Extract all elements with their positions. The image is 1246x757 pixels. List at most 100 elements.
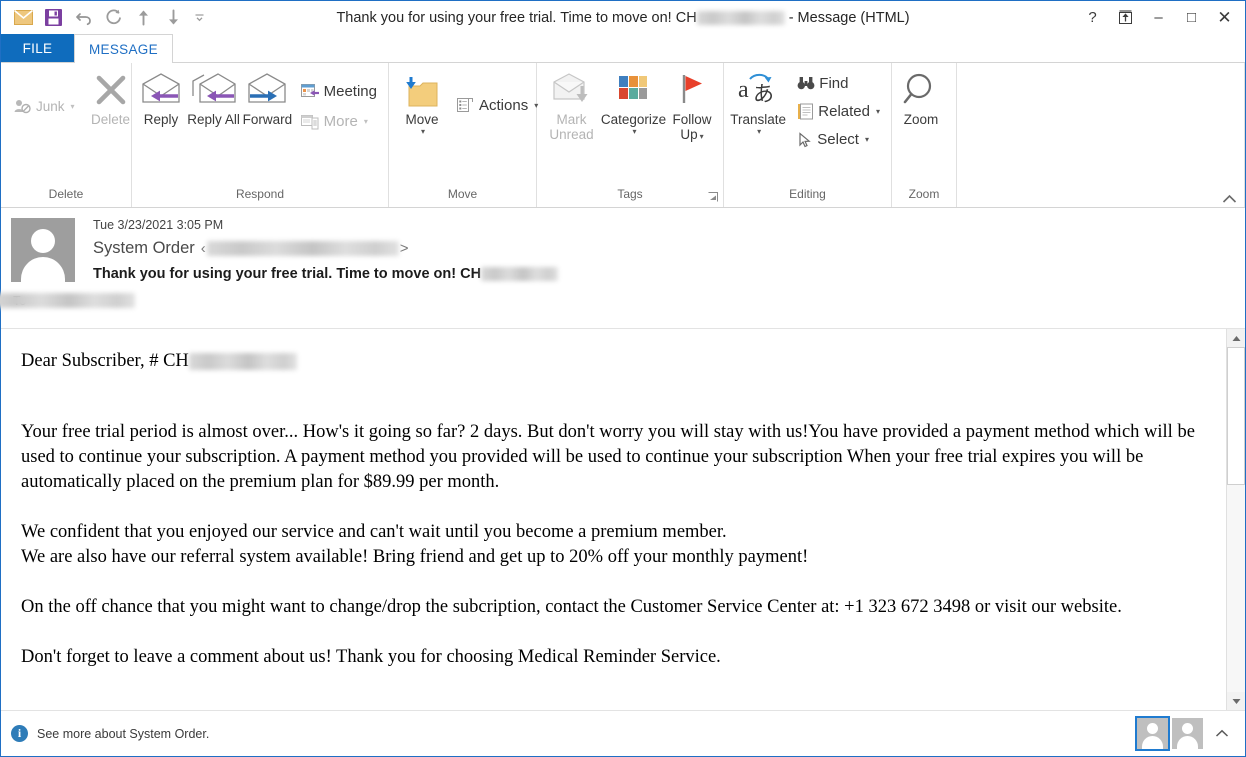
customize-qat-icon[interactable] [188,5,210,31]
redo-icon[interactable] [98,5,128,31]
next-item-icon[interactable] [158,5,188,31]
ribbon-group-zoom: Zoom Zoom [892,63,957,207]
person-thumbnail[interactable] [1172,718,1203,749]
mark-unread-label: Mark Unread [549,112,594,142]
chevron-down-icon: ▾ [699,132,704,141]
select-label: Select [817,131,859,148]
meeting-icon [300,83,320,100]
title-bar: Thank you for using your free trial. Tim… [1,1,1245,34]
tags-dialog-launcher[interactable] [708,192,719,203]
ribbon-group-delete: Junk ▾ Delete Delete [1,63,132,207]
body-paragraph: Don't forget to leave a comment about us… [21,647,721,667]
ribbon-group-respond: Reply Reply All Forward Meeting More ▾ R… [132,63,389,207]
to-value-redaction[interactable] [0,293,135,308]
ribbon-group-tags: Mark Unread Categorize ▾ Follow Up ▾ Tag… [537,63,724,207]
zoom-button[interactable]: Zoom [896,66,946,127]
collapse-ribbon-button[interactable] [1222,194,1237,204]
expand-people-pane-icon[interactable] [1209,729,1235,738]
ribbon-group-zoom-label: Zoom [908,187,940,201]
chevron-down-icon: ▾ [864,135,869,144]
chevron-down-icon: ▾ [420,127,425,136]
chevron-down-icon: ▾ [363,117,368,126]
window-title-prefix: Thank you for using your free trial. Tim… [336,9,697,26]
ribbon-group-move-label: Move [447,187,478,201]
mark-unread-button[interactable]: Mark Unread [543,66,600,142]
tab-message[interactable]: MESSAGE [74,34,173,63]
flag-icon [675,70,709,110]
categorize-button[interactable]: Categorize ▾ [600,66,667,136]
ribbon-group-move: Move ▾ Actions ▾ Move [389,63,538,207]
scrollbar-thumb[interactable] [1227,347,1245,485]
message-to-row: To [0,293,1235,308]
scrollbar-track[interactable] [1227,347,1245,692]
avatar-head [31,229,55,253]
actions-button[interactable]: Actions ▾ [451,94,543,117]
cursor-icon [797,131,813,148]
actions-label: Actions [479,97,529,114]
maximize-button[interactable]: □ [1175,3,1208,33]
svg-text:a: a [738,77,749,103]
delete-label: Delete [91,112,131,127]
scroll-down-arrow-icon[interactable] [1227,692,1245,710]
body-greeting-redaction [188,353,297,371]
status-text[interactable]: See more about System Order. [37,727,209,741]
ribbon: Junk ▾ Delete Delete Reply Reply All For… [1,63,1245,208]
magnifier-icon [902,70,940,110]
junk-button[interactable]: Junk ▾ [9,96,80,117]
move-button[interactable]: Move ▾ [397,66,447,136]
mail-icon[interactable] [8,5,38,31]
message-subject-redaction [481,267,559,281]
message-sender[interactable]: System Order ‹ > [93,239,1235,258]
close-button[interactable]: ✕ [1208,3,1241,33]
ribbon-group-tags-label: Tags [537,185,723,207]
forward-button[interactable]: Forward [241,66,294,127]
window-title-redaction [696,10,785,25]
sender-avatar [11,218,75,282]
translate-button[interactable]: aあ Translate ▾ [728,66,788,136]
find-button[interactable]: Find [792,72,885,95]
tab-file[interactable]: FILE [1,34,74,63]
ribbon-group-editing: aあ Translate ▾ Find Related ▾ Select ▾ E… [724,63,892,207]
people-thumbnails [1135,716,1203,751]
move-label: Move [405,112,439,127]
outlook-message-window: Thank you for using your free trial. Tim… [0,0,1246,757]
follow-up-button[interactable]: Follow Up ▾ [667,66,717,144]
binoculars-icon [797,76,815,91]
sender-email-redaction [206,241,399,256]
mark-unread-icon [550,70,594,110]
more-button[interactable]: More ▾ [296,110,382,133]
previous-item-icon[interactable] [128,5,158,31]
reply-button[interactable]: Reply [136,66,186,127]
categorize-label: Categorize [600,112,667,127]
ribbon-group-respond-label: Respond [235,187,285,201]
reply-label: Reply [143,112,179,127]
related-button[interactable]: Related ▾ [792,100,885,123]
translate-icon: aあ [735,70,781,110]
zoom-label: Zoom [903,112,939,127]
undo-icon[interactable] [68,5,98,31]
body-paragraph: We confident that you enjoyed our servic… [21,522,727,542]
minimize-button[interactable]: – [1142,3,1175,33]
message-header: Tue 3/23/2021 3:05 PM System Order ‹ > T… [0,208,1245,329]
body-paragraph: We are also have our referral system ava… [21,547,809,567]
delete-button[interactable]: Delete [86,66,136,127]
forward-icon [244,70,290,110]
restore-up-icon[interactable] [1109,3,1142,33]
reply-all-button[interactable]: Reply All [186,66,241,127]
meeting-label: Meeting [323,83,377,100]
help-icon[interactable]: ? [1076,3,1109,33]
junk-label: Junk [36,99,65,114]
save-icon[interactable] [38,5,68,31]
person-thumbnail-selected[interactable] [1135,716,1170,751]
chevron-down-icon: ▾ [875,107,880,116]
scroll-up-arrow-icon[interactable] [1227,329,1245,347]
chevron-down-icon: ▾ [757,127,762,136]
person-body [1142,736,1163,749]
select-button[interactable]: Select ▾ [792,128,885,151]
meeting-button[interactable]: Meeting [296,80,382,103]
body-vertical-scrollbar[interactable] [1226,329,1245,710]
